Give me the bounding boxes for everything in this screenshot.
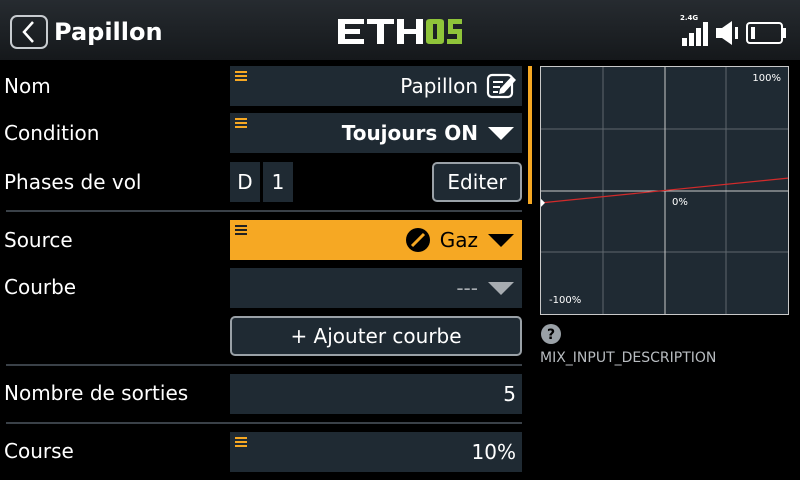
position-marker bbox=[541, 198, 545, 207]
grip-icon bbox=[235, 118, 247, 128]
ethos-logo bbox=[338, 19, 462, 44]
travel-field[interactable]: 10% bbox=[230, 432, 522, 472]
svg-text:?: ? bbox=[547, 327, 555, 343]
phase-chip-d[interactable]: D bbox=[230, 162, 260, 202]
outputs-label: Nombre de sorties bbox=[4, 381, 189, 405]
divider bbox=[6, 210, 522, 212]
chevron-down-icon bbox=[488, 234, 514, 247]
phase-chip-1[interactable]: 1 bbox=[263, 162, 293, 202]
chevron-down-icon bbox=[488, 127, 514, 140]
condition-value: Toujours ON bbox=[341, 121, 478, 145]
battery-icon bbox=[746, 22, 786, 44]
graph-mid-label: 0% bbox=[672, 197, 688, 208]
curve-label: Courbe bbox=[4, 275, 77, 299]
signal-icon bbox=[682, 22, 708, 46]
edit-icon bbox=[486, 73, 516, 99]
mix-description: MIX_INPUT_DESCRIPTION bbox=[540, 350, 717, 366]
chevron-left-icon bbox=[22, 21, 34, 43]
edit-phases-button[interactable]: Editer bbox=[432, 162, 522, 202]
name-label: Nom bbox=[4, 74, 51, 98]
outputs-field[interactable]: 5 bbox=[230, 374, 522, 414]
source-label: Source bbox=[4, 228, 73, 252]
travel-label: Course bbox=[4, 439, 74, 463]
mix-curve-graph: 100% 0% -100% bbox=[540, 66, 789, 315]
graph-bottom-label: -100% bbox=[549, 295, 582, 306]
outputs-value: 5 bbox=[503, 382, 516, 406]
page-title: Papillon bbox=[54, 18, 163, 46]
add-curve-button[interactable]: + Ajouter courbe bbox=[230, 316, 522, 356]
name-value: Papillon bbox=[400, 74, 478, 98]
source-value: Gaz bbox=[439, 228, 478, 252]
grip-icon bbox=[235, 71, 247, 81]
curve-dropdown[interactable]: --- bbox=[230, 268, 522, 308]
curve-value: --- bbox=[456, 276, 478, 300]
condition-dropdown[interactable]: Toujours ON bbox=[230, 113, 522, 153]
travel-value: 10% bbox=[471, 440, 516, 464]
divider bbox=[6, 422, 522, 424]
chevron-down-icon bbox=[488, 282, 514, 295]
condition-label: Condition bbox=[4, 121, 100, 145]
grip-icon bbox=[235, 437, 247, 447]
scrollbar[interactable] bbox=[528, 66, 532, 204]
flight-phases-label: Phases de vol bbox=[4, 170, 142, 194]
source-dropdown[interactable]: Gaz bbox=[230, 220, 522, 260]
divider bbox=[6, 364, 522, 366]
help-icon[interactable]: ? bbox=[540, 323, 562, 345]
throttle-icon bbox=[406, 228, 430, 252]
graph-top-label: 100% bbox=[752, 73, 781, 84]
status-area: 2.4G bbox=[680, 14, 792, 48]
name-field[interactable]: Papillon bbox=[230, 66, 522, 106]
speaker-icon bbox=[716, 21, 738, 45]
back-button[interactable] bbox=[10, 15, 48, 49]
grip-icon bbox=[235, 225, 247, 235]
